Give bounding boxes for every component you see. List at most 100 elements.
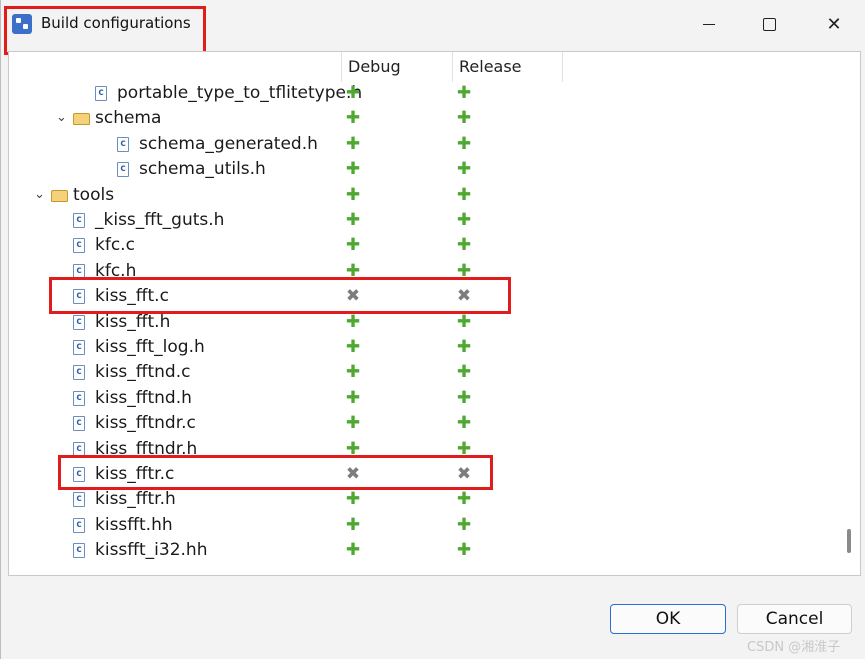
expand-chevron-icon[interactable]: ⌄ [34,187,45,202]
tree-item-label: kiss_fft.c [95,286,169,307]
debug-include-plus-icon[interactable]: ✚ [345,389,361,406]
tree-folder-row[interactable]: ⌄ tools ✚ ✚ [9,184,839,209]
tree-file-row[interactable]: kiss_fftndr.h ✚ ✚ [9,438,839,463]
debug-include-plus-icon[interactable]: ✚ [345,516,361,533]
tree-file-row[interactable]: kiss_fftr.c ✖ ✖ [9,463,839,488]
release-include-plus-icon[interactable]: ✚ [456,339,472,356]
tree-file-row[interactable]: schema_utils.h ✚ ✚ [9,158,839,183]
release-include-plus-icon[interactable]: ✚ [456,313,472,330]
release-include-plus-icon[interactable]: ✚ [456,186,472,203]
release-include-plus-icon[interactable]: ✚ [456,389,472,406]
release-include-plus-icon[interactable]: ✚ [456,516,472,533]
c-file-icon [73,441,85,457]
underlying-window-strip [1,651,865,659]
c-file-icon [117,136,129,152]
debug-include-plus-icon[interactable]: ✚ [345,135,361,152]
release-include-plus-icon[interactable]: ✚ [456,110,472,127]
tree-item-label: kiss_fftr.c [95,464,175,484]
tree-file-row[interactable]: kfc.h ✚ ✚ [9,260,839,285]
release-include-plus-icon[interactable]: ✚ [456,364,472,381]
c-file-icon [73,492,85,508]
release-include-plus-icon[interactable]: ✚ [456,440,472,457]
c-file-icon [73,416,85,432]
release-include-plus-icon[interactable]: ✚ [456,262,472,279]
debug-include-plus-icon[interactable]: ✚ [345,85,361,102]
release-include-plus-icon[interactable]: ✚ [456,542,472,559]
debug-include-plus-icon[interactable]: ✚ [345,237,361,254]
debug-include-plus-icon[interactable]: ✚ [345,542,361,559]
debug-include-plus-icon[interactable]: ✚ [345,262,361,279]
tree-file-row[interactable]: kiss_fft_log.h ✚ ✚ [9,336,839,361]
tree-item-label: kiss_fftndr.h [95,438,198,459]
debug-include-plus-icon[interactable]: ✚ [345,110,361,127]
debug-include-plus-icon[interactable]: ✚ [345,186,361,203]
tree-file-row[interactable]: portable_type_to_tflitetype.h✚✚ [9,82,839,107]
dialog-title: Build configurations [41,14,191,32]
debug-include-plus-icon[interactable]: ✚ [345,491,361,508]
debug-include-plus-icon[interactable]: ✚ [345,313,361,330]
release-include-plus-icon[interactable]: ✚ [456,135,472,152]
release-include-plus-icon[interactable]: ✚ [456,85,472,102]
debug-column-header[interactable]: Debug [348,57,401,76]
tree-item-label: kissfft_i32.hh [95,540,208,561]
minimize-button[interactable] [691,10,727,38]
release-column-header[interactable]: Release [459,57,522,76]
build-configurations-dialog: Build configurations ✕ Debug Release por… [0,0,865,659]
tree-file-row[interactable]: _kiss_fft_guts.h ✚ ✚ [9,209,839,234]
tree-file-row[interactable]: kfc.c ✚ ✚ [9,234,839,259]
c-file-icon [73,289,85,305]
vertical-scrollbar-thumb[interactable] [847,529,851,553]
tree-file-row[interactable]: kiss_fft.h ✚ ✚ [9,311,839,336]
eclipse-app-icon [12,14,32,34]
expand-chevron-icon[interactable]: ⌄ [56,110,67,125]
close-button[interactable]: ✕ [816,10,852,38]
column-header: Debug Release [9,52,860,82]
tree-folder-row[interactable]: ⌄ schema ✚ ✚ [9,107,839,132]
close-icon: ✕ [826,13,842,35]
c-file-icon [73,543,85,559]
c-file-icon [95,86,107,101]
debug-include-plus-icon[interactable]: ✚ [345,161,361,178]
tree-file-row[interactable]: schema_generated.h ✚ ✚ [9,133,839,158]
minimize-icon [703,23,715,25]
tree-item-label: kiss_fft.h [95,311,171,332]
c-file-icon [73,467,85,482]
tree-item-label: kiss_fftndr.c [95,413,196,434]
tree-file-row[interactable]: kiss_fftnd.c ✚ ✚ [9,361,839,386]
debug-include-plus-icon[interactable]: ✚ [345,364,361,381]
c-file-icon [73,213,85,228]
tree-item-label: _kiss_fft_guts.h [95,210,225,230]
tree-item-label: kiss_fftnd.c [95,362,191,383]
tree-file-row[interactable]: kiss_fftnd.h ✚ ✚ [9,387,839,412]
c-file-icon [73,365,85,381]
cancel-button[interactable]: Cancel [737,604,852,634]
tree-item-label: kissfft.hh [95,514,173,535]
tree-file-row[interactable]: kissfft_i32.hh ✚ ✚ [9,539,839,564]
folder-open-icon [73,113,90,126]
release-include-plus-icon[interactable]: ✚ [456,237,472,254]
release-include-plus-icon[interactable]: ✚ [456,212,472,229]
release-include-plus-icon[interactable]: ✚ [456,161,472,178]
tree-item-label: kfc.c [95,235,135,256]
column-separator [341,52,342,82]
release-exclude-x-icon[interactable]: ✖ [456,288,472,305]
debug-include-plus-icon[interactable]: ✚ [345,339,361,356]
debug-exclude-x-icon[interactable]: ✖ [345,466,361,483]
ok-button[interactable]: OK [610,604,726,634]
folder-open-icon [51,189,68,202]
tree-file-row[interactable]: kiss_fftndr.c ✚ ✚ [9,412,839,437]
maximize-button[interactable] [751,10,787,38]
tree-item-label: schema [95,108,162,129]
tree-file-row[interactable]: kissfft.hh ✚ ✚ [9,514,839,539]
release-exclude-x-icon[interactable]: ✖ [456,466,472,483]
c-file-icon [73,314,85,330]
release-include-plus-icon[interactable]: ✚ [456,491,472,508]
debug-include-plus-icon[interactable]: ✚ [345,415,361,432]
tree-file-row[interactable]: kiss_fftr.h ✚ ✚ [9,488,839,513]
debug-exclude-x-icon[interactable]: ✖ [345,288,361,305]
column-separator [452,52,453,82]
release-include-plus-icon[interactable]: ✚ [456,415,472,432]
debug-include-plus-icon[interactable]: ✚ [345,440,361,457]
tree-file-row[interactable]: kiss_fft.c ✖ ✖ [9,285,839,310]
debug-include-plus-icon[interactable]: ✚ [345,212,361,229]
